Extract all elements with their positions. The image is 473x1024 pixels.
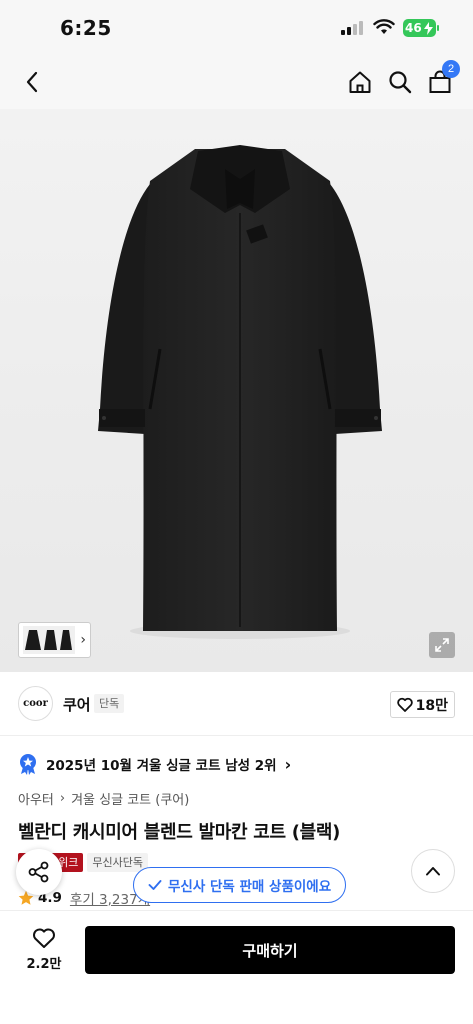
thumbnail-strip[interactable]: ›: [18, 622, 91, 658]
search-icon: [389, 71, 412, 94]
heart-icon: [396, 697, 413, 712]
share-button[interactable]: [16, 849, 62, 895]
back-button[interactable]: [14, 64, 50, 100]
breadcrumb: 아우터 › 겨울 싱글 코트 (쿠어): [18, 789, 189, 808]
product-image[interactable]: ›: [0, 109, 473, 672]
expand-icon: [435, 638, 449, 652]
check-icon: [148, 880, 162, 890]
wifi-icon: [373, 19, 395, 34]
exclusive-toast: 무신사 단독 판매 상품이에요: [133, 867, 347, 903]
bottom-action-bar: 2.2만 구매하기: [0, 910, 473, 1024]
toast-text: 무신사 단독 판매 상품이에요: [168, 879, 332, 895]
ranking-link[interactable]: 2025년 10월 겨울 싱글 코트 남성 2위 ›: [18, 752, 291, 776]
brand-name[interactable]: 쿠어: [63, 694, 91, 715]
expand-image-button[interactable]: [429, 632, 455, 658]
exclusive-store-tag: 무신사단독: [87, 853, 148, 872]
battery-indicator: 46: [403, 19, 439, 37]
ranking-badge-icon: [20, 754, 36, 775]
product-title: 벨란디 캐시미어 블렌드 발마칸 코트 (블랙): [18, 822, 341, 843]
coat-thumbnail: [23, 626, 75, 654]
brand-logo[interactable]: coor: [18, 686, 53, 721]
cart-count-badge: 2: [442, 60, 460, 78]
chevron-right-icon: ›: [59, 791, 66, 806]
share-icon: [28, 861, 49, 883]
product-like-button[interactable]: 2.2만: [22, 927, 66, 972]
chevron-left-icon: [26, 71, 38, 93]
charging-bolt-icon: [424, 21, 433, 35]
nav-bar: 2: [0, 56, 473, 109]
breadcrumb-category[interactable]: 아우터: [18, 789, 54, 808]
brand-like-count: 18만: [415, 697, 448, 714]
brand-like-button[interactable]: 18만: [389, 691, 455, 718]
chevron-up-icon: [426, 867, 440, 876]
battery-level: 46: [405, 21, 422, 35]
status-time: 6:25: [60, 16, 112, 40]
cart-button[interactable]: 2: [422, 60, 460, 100]
ranking-text: 2025년 10월 겨울 싱글 코트 남성 2위: [46, 758, 277, 774]
status-bar: 6:25 46: [0, 0, 473, 56]
exclusive-tag: 단독: [94, 694, 125, 713]
home-icon: [349, 71, 371, 93]
product-like-count: 2.2만: [26, 957, 62, 972]
coat-image: [98, 145, 382, 639]
signal-icon: [341, 21, 365, 35]
brand-row: coor 쿠어 단독 18만: [0, 672, 473, 736]
chevron-right-icon: ›: [284, 754, 292, 774]
breadcrumb-subcategory[interactable]: 겨울 싱글 코트 (쿠어): [71, 789, 189, 808]
search-button[interactable]: [382, 64, 418, 100]
scroll-top-button[interactable]: [411, 849, 455, 893]
buy-button[interactable]: 구매하기: [85, 926, 455, 974]
chevron-right-icon: ›: [80, 632, 86, 648]
home-button[interactable]: [342, 64, 378, 100]
heart-icon: [33, 928, 55, 948]
